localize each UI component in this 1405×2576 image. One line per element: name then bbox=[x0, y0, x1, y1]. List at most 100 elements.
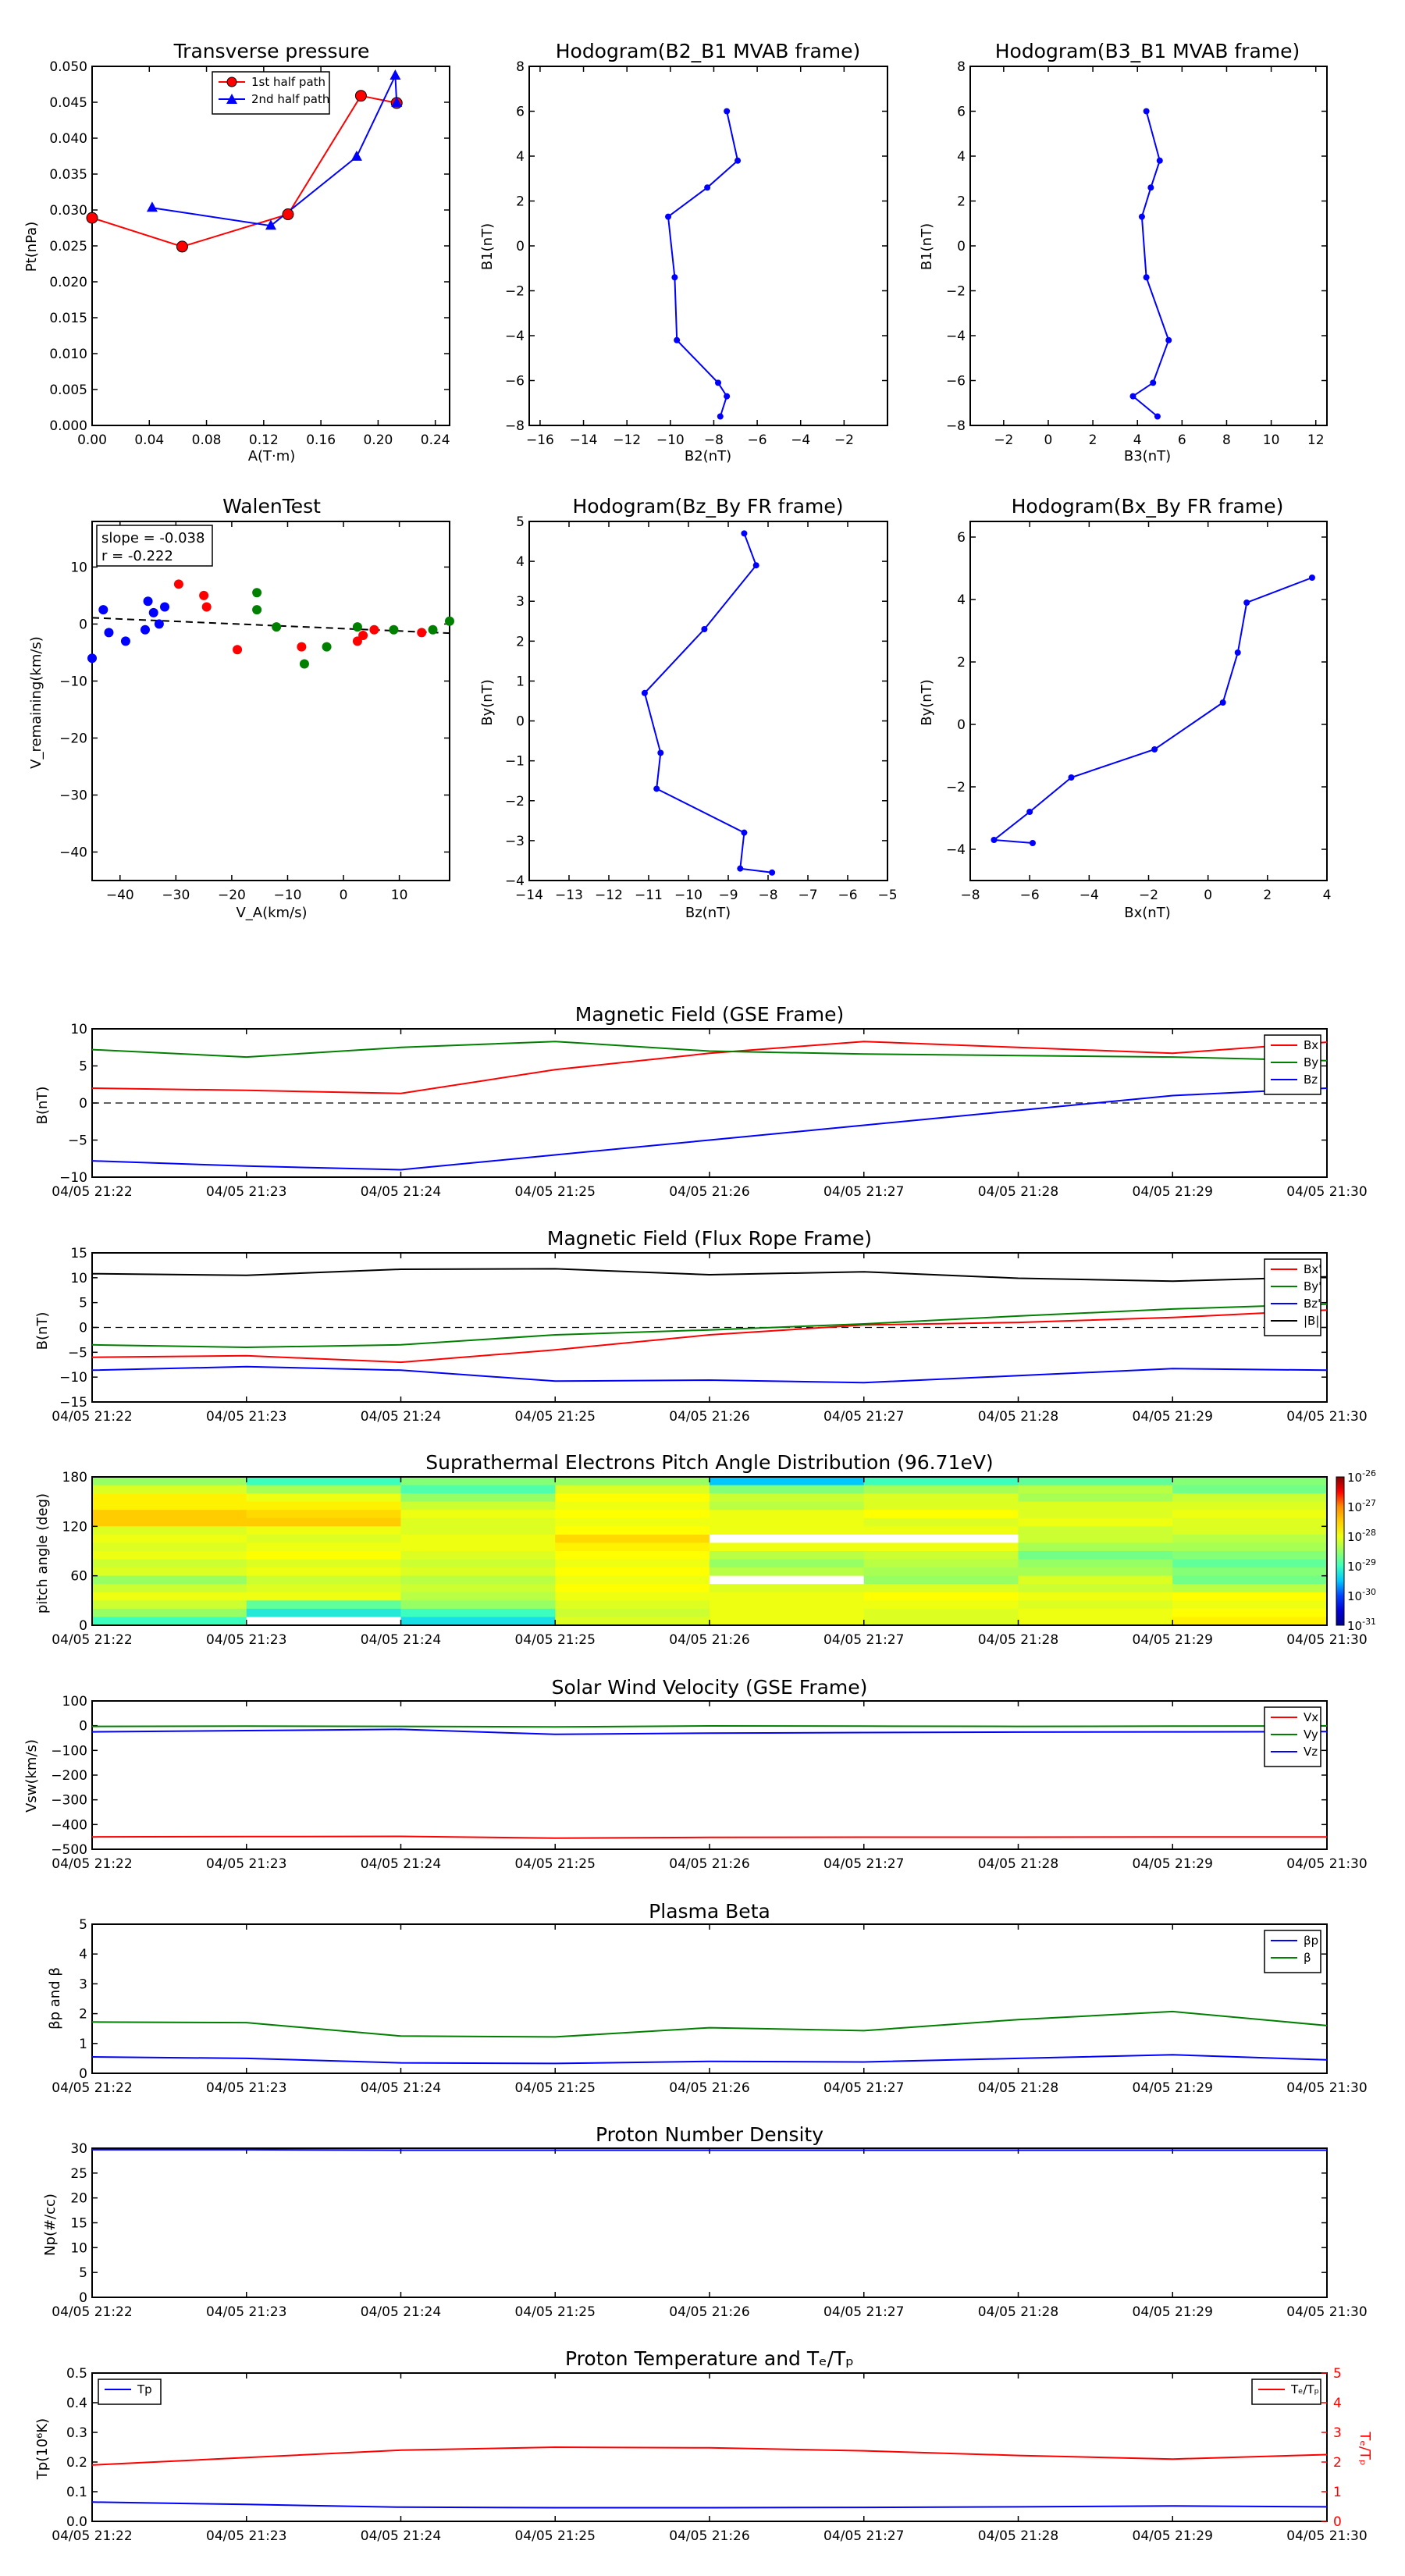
heatmap-cell bbox=[92, 1617, 247, 1626]
x-tick-label: −11 bbox=[635, 888, 663, 903]
legend-label: βp bbox=[1304, 1934, 1318, 1948]
x-tick-label: −6 bbox=[748, 432, 767, 448]
x-tick-label: 04/05 21:25 bbox=[515, 1632, 596, 1648]
y-tick-label: −3 bbox=[505, 834, 525, 849]
x-tick-label: 0 bbox=[1204, 888, 1212, 903]
x-tick-label: 04/05 21:24 bbox=[361, 2528, 441, 2544]
series-line-1st-half bbox=[91, 94, 397, 247]
hodogram-line bbox=[667, 111, 739, 417]
colorbar bbox=[1336, 1476, 1345, 1626]
legend-label: Bx' bbox=[1304, 1262, 1321, 1276]
heatmap-cell bbox=[92, 1477, 247, 1486]
heatmap-cell bbox=[1018, 1559, 1173, 1568]
x-tick-label: 04/05 21:25 bbox=[515, 2080, 596, 2096]
x-tick-label: −16 bbox=[526, 432, 554, 448]
data-point bbox=[1165, 336, 1172, 343]
y-tick-label: 0.005 bbox=[49, 382, 87, 398]
heatmap-cell bbox=[400, 1493, 556, 1503]
heatmap-cell bbox=[400, 1501, 556, 1510]
data-point bbox=[752, 562, 759, 569]
x-tick-label: −4 bbox=[791, 432, 810, 448]
heatmap-cell bbox=[555, 1559, 710, 1568]
heatmap-cell bbox=[555, 1477, 710, 1486]
y-axis-label: Vsw(km/s) bbox=[23, 1739, 40, 1813]
y-axis-label: B(nT) bbox=[34, 1312, 51, 1350]
x-tick-label: 04/05 21:27 bbox=[823, 2304, 904, 2320]
x-tick-label: 10 bbox=[1263, 432, 1280, 448]
series-line-value bbox=[92, 2148, 1327, 2151]
scatter-point bbox=[201, 602, 212, 612]
x-tick-label: 04/05 21:29 bbox=[1133, 2080, 1213, 2096]
y-tick-label: −6 bbox=[946, 374, 966, 390]
chart-title: Magnetic Field (GSE Frame) bbox=[575, 1003, 844, 1026]
scatter-point bbox=[428, 624, 438, 635]
x-tick-label: 04/05 21:25 bbox=[515, 2304, 596, 2320]
legend-left: Tp bbox=[98, 2379, 162, 2405]
y-tick-label: 0 bbox=[79, 1096, 87, 1112]
heatmap-cell bbox=[92, 1534, 247, 1543]
x-tick-label: 04/05 21:26 bbox=[669, 1856, 749, 1872]
colorbar-tick-label: 10-29 bbox=[1347, 1557, 1376, 1574]
x-tick-label: 04/05 21:30 bbox=[1286, 1409, 1367, 1425]
panel-proton-number-density: Proton Number Density Np(#/cc) bbox=[42, 2123, 823, 2256]
heatmap-cell bbox=[1172, 1501, 1328, 1510]
scatter-point bbox=[299, 659, 309, 669]
data-point bbox=[389, 69, 401, 80]
heatmap-cell bbox=[710, 1526, 865, 1535]
y-tick-label: 0.020 bbox=[49, 275, 87, 290]
heatmap-cell bbox=[92, 1501, 247, 1510]
heatmap-cell bbox=[400, 1551, 556, 1560]
heatmap-cell bbox=[400, 1534, 556, 1543]
plot-frame bbox=[528, 66, 888, 426]
heatmap-cell bbox=[710, 1608, 865, 1617]
y-tick-label: 8 bbox=[516, 59, 525, 75]
y-tick-label: 15 bbox=[70, 1246, 87, 1261]
heatmap-cell bbox=[710, 1534, 865, 1543]
series-line-te-tp bbox=[91, 2446, 1328, 2466]
y-tick-label: 0 bbox=[79, 617, 87, 632]
x-tick-label: 04/05 21:22 bbox=[52, 2528, 132, 2544]
y-tick-label: −100 bbox=[51, 1743, 87, 1759]
panel-proton-temperature: Proton Temperature and Tₑ/Tₚ Tp(10⁶K) Tₑ… bbox=[34, 2347, 1373, 2480]
x-tick-label: 04/05 21:26 bbox=[669, 1184, 749, 1200]
chart-title: Solar Wind Velocity (GSE Frame) bbox=[552, 1676, 868, 1699]
y-tick-label: 4 bbox=[957, 149, 966, 165]
y2-tick-label: 3 bbox=[1333, 2425, 1342, 2441]
y-axis-label: By(nT) bbox=[479, 679, 496, 725]
y-tick-label: 2 bbox=[516, 194, 525, 210]
y-tick-label: −30 bbox=[59, 788, 87, 803]
heatmap-cell bbox=[246, 1485, 401, 1494]
heatmap-cell bbox=[1172, 1510, 1328, 1519]
heatmap-cell bbox=[555, 1584, 710, 1593]
x-tick-label: 04/05 21:29 bbox=[1133, 1632, 1213, 1648]
x-tick-label: −14 bbox=[515, 888, 543, 903]
chart-title: Transverse pressure bbox=[173, 40, 370, 62]
y-tick-label: 0 bbox=[79, 1618, 87, 1634]
y-tick-label: 10 bbox=[70, 1271, 87, 1286]
y-tick-label: 15 bbox=[70, 2216, 87, 2232]
y-tick-label: 20 bbox=[70, 2191, 87, 2207]
heatmap-cell bbox=[710, 1551, 865, 1560]
heatmap-cell bbox=[92, 1551, 247, 1560]
heatmap-cell bbox=[246, 1617, 401, 1626]
heatmap-cell bbox=[92, 1600, 247, 1610]
heatmap-cell bbox=[1018, 1584, 1173, 1593]
y-axis-label: B1(nT) bbox=[479, 223, 496, 270]
y-tick-label: 2 bbox=[957, 655, 966, 671]
heatmap-cell bbox=[710, 1485, 865, 1494]
y-tick-label: 6 bbox=[957, 530, 966, 546]
scatter-point bbox=[233, 645, 243, 655]
legend-marker bbox=[226, 76, 237, 87]
y-tick-label: 3 bbox=[516, 594, 525, 610]
y-tick-label: 100 bbox=[62, 1694, 87, 1710]
heatmap-cell bbox=[92, 1575, 247, 1585]
heatmap-cell bbox=[863, 1501, 1019, 1510]
y-tick-label: −10 bbox=[59, 1170, 87, 1186]
y-tick-label: 2 bbox=[516, 634, 525, 649]
x-tick-label: 0.16 bbox=[306, 432, 336, 448]
y-tick-label: −2 bbox=[505, 794, 525, 809]
heatmap-cell bbox=[863, 1567, 1019, 1577]
legend-label: β bbox=[1304, 1951, 1311, 1965]
data-point bbox=[350, 150, 362, 161]
heatmap-cell bbox=[1172, 1559, 1328, 1568]
